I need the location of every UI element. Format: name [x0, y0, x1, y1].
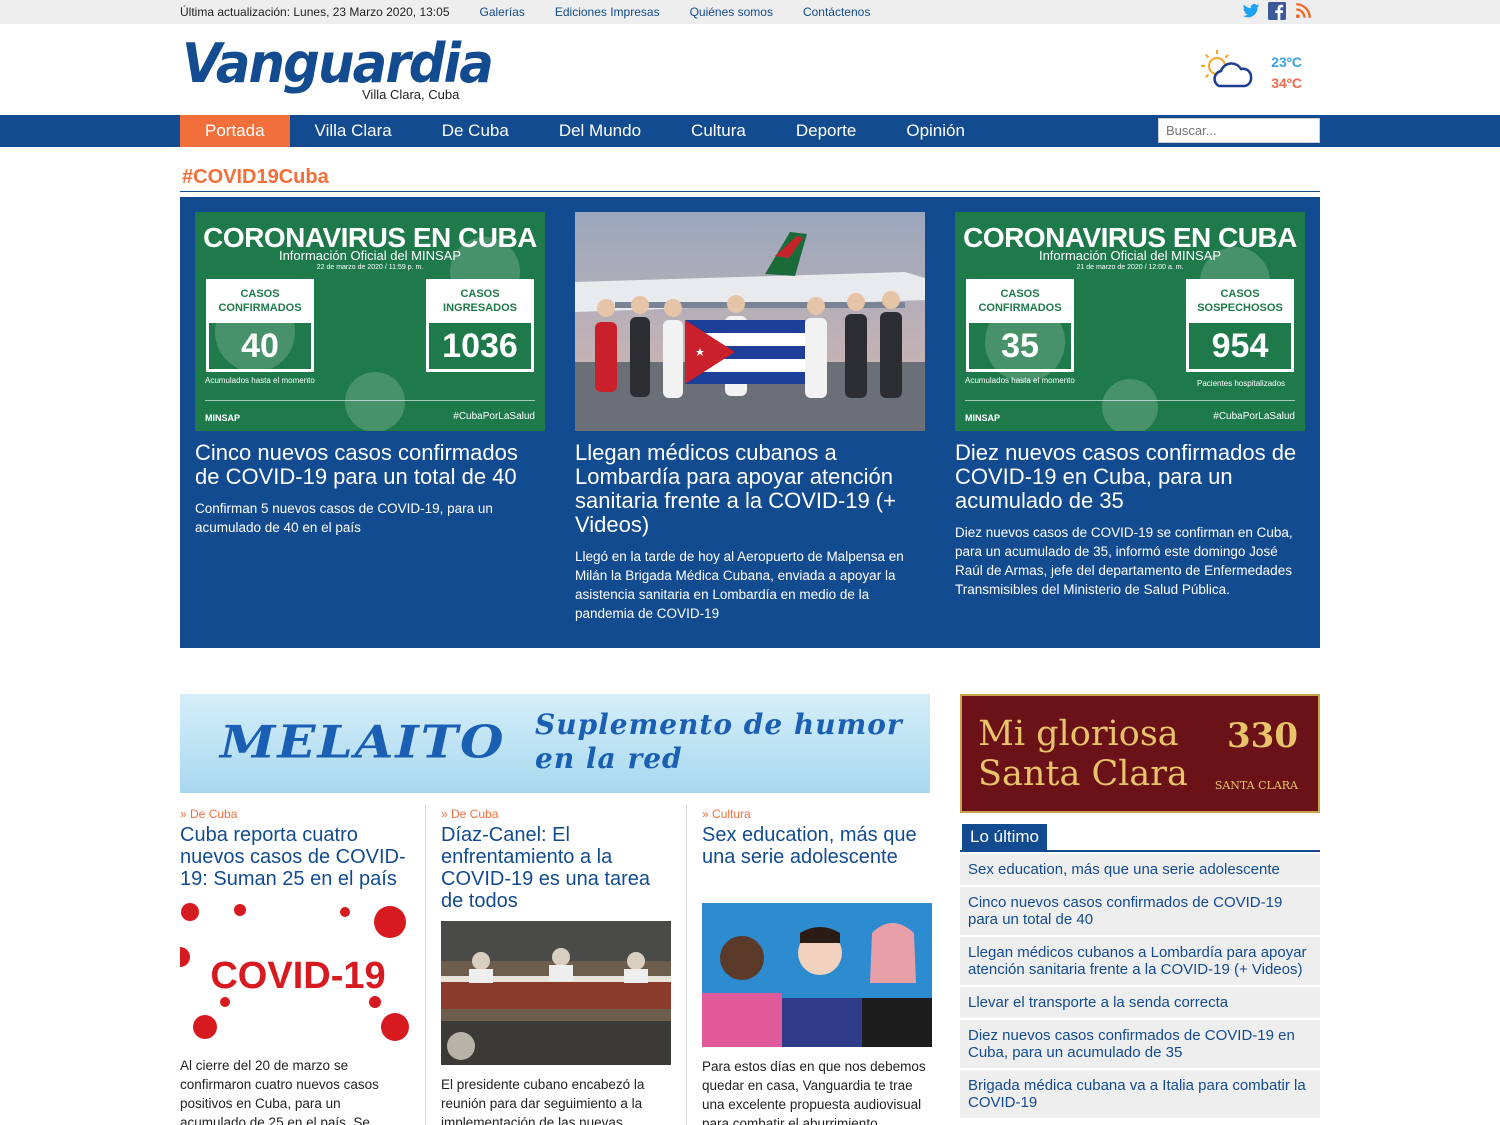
covid-infographic[interactable]: CORONAVIRUS EN CUBA Información Oficial …: [195, 212, 545, 431]
main-nav: Portada Villa Clara De Cuba Del Mundo Cu…: [0, 115, 1500, 147]
featured-title[interactable]: Llegan médicos cubanos a Lombardía para …: [575, 441, 925, 537]
top-link-galerias[interactable]: Galerías: [480, 5, 525, 19]
search-input[interactable]: [1158, 118, 1320, 143]
featured-title[interactable]: Diez nuevos casos confirmados de COVID-1…: [955, 441, 1305, 513]
melaito-logo: MELAITO: [220, 714, 506, 769]
nav-de-cuba[interactable]: De Cuba: [417, 115, 534, 147]
article-category[interactable]: » De Cuba: [180, 807, 410, 821]
article-summary: Para estos días en que nos debemos queda…: [702, 1059, 926, 1125]
infographic-hashtag: #CubaPorLaSalud: [1213, 411, 1295, 422]
article-list: » De Cuba Cuba reporta cuatro nuevos cas…: [180, 805, 932, 1125]
infographic-subtitle: Información Oficial del MINSAP: [278, 248, 462, 263]
nav-portada[interactable]: Portada: [180, 115, 290, 147]
santa-clara-banner[interactable]: Mi gloriosa Santa Clara 330 SANTA CLARA: [960, 694, 1320, 813]
latest-item[interactable]: Diez nuevos casos confirmados de COVID-1…: [960, 1020, 1320, 1070]
stat-box: CASOS SOSPECHOSOS 954: [1186, 279, 1294, 372]
stat-box: CASOS INGRESADOS 1036: [426, 279, 534, 372]
infographic-date: 22 de marzo de 2020 / 11:59 p. m.: [316, 264, 424, 271]
covid-virus-image[interactable]: COVID-19: [180, 902, 410, 1046]
article-title[interactable]: Sex education, más que una serie adolesc…: [702, 824, 932, 868]
stat-value: 35: [1001, 327, 1039, 365]
stat-value: 1036: [442, 327, 518, 365]
weather-widget: 23ºC 34ºC: [1197, 48, 1302, 97]
meeting-photo[interactable]: [441, 921, 671, 1065]
minsap-logo: MINSAP: [205, 413, 241, 423]
article-title[interactable]: Cuba reporta cuatro nuevos casos de COVI…: [180, 824, 410, 890]
latest-item[interactable]: Brigada médica cubana va a Italia para c…: [960, 1070, 1320, 1120]
nav-del-mundo[interactable]: Del Mundo: [534, 115, 666, 147]
logo-tagline: Villa Clara, Cuba: [362, 87, 460, 102]
article-summary: El presidente cubano encabezó la reunión…: [441, 1077, 645, 1125]
article-category[interactable]: » Cultura: [702, 807, 932, 821]
sex-education-poster[interactable]: [702, 903, 932, 1047]
top-link-ediciones[interactable]: Ediciones Impresas: [555, 5, 660, 19]
section-title[interactable]: #COVID19Cuba: [182, 165, 1320, 189]
infographic-subtitle: Información Oficial del MINSAP: [1038, 248, 1222, 263]
article-card[interactable]: » De Cuba Cuba reporta cuatro nuevos cas…: [180, 805, 426, 1125]
top-link-quienes[interactable]: Quiénes somos: [690, 5, 773, 19]
article-category[interactable]: » De Cuba: [441, 807, 671, 821]
rss-icon[interactable]: [1294, 2, 1312, 20]
stat-box: CASOS CONFIRMADOS 35: [966, 279, 1074, 372]
melaito-banner[interactable]: MELAITO Suplemento de humor en la red: [180, 694, 930, 793]
top-link-contactenos[interactable]: Contáctenos: [803, 5, 870, 19]
article-card[interactable]: » Cultura Sex education, más que una ser…: [702, 807, 932, 1125]
covid-infographic[interactable]: CORONAVIRUS EN CUBA Información Oficial …: [955, 212, 1305, 431]
partly-cloudy-icon: [1197, 48, 1257, 97]
stat-value: 40: [241, 327, 279, 365]
featured-summary: Confirman 5 nuevos casos de COVID-19, pa…: [195, 501, 493, 535]
stat-value: 954: [1211, 327, 1269, 365]
infographic-note-2: Pacientes hospitalizados: [1197, 379, 1286, 388]
article-summary: Al cierre del 20 de marzo se confirmaron…: [180, 1058, 379, 1125]
santa-clara-330-logo: 330: [1227, 716, 1298, 756]
featured-block: CORONAVIRUS EN CUBA Información Oficial …: [180, 197, 1320, 648]
featured-summary: Llegó en la tarde de hoy al Aeropuerto d…: [575, 549, 904, 621]
social-links: [1242, 2, 1312, 21]
nav-villa-clara[interactable]: Villa Clara: [290, 115, 417, 147]
twitter-icon[interactable]: [1242, 2, 1260, 20]
infographic-note: Acumulados hasta el momento: [205, 376, 315, 385]
last-updated: Última actualización: Lunes, 23 Marzo 20…: [180, 5, 450, 19]
latest-item[interactable]: Sex education, más que una serie adolesc…: [960, 854, 1320, 887]
stat-box: CASOS CONFIRMADOS 40: [206, 279, 314, 372]
top-bar: Última actualización: Lunes, 23 Marzo 20…: [0, 0, 1500, 24]
temp-low: 23ºC: [1271, 53, 1302, 70]
infographic-hashtag: #CubaPorLaSalud: [453, 411, 535, 422]
banner-text: Suplemento de humor en la red: [535, 708, 903, 775]
latest-item[interactable]: Llevar el transporte a la senda correcta: [960, 987, 1320, 1020]
covid-image-text: COVID-19: [210, 955, 385, 997]
section-header: #COVID19Cuba: [180, 165, 1320, 192]
featured-card[interactable]: Llegan médicos cubanos a Lombardía para …: [575, 212, 925, 633]
minsap-logo: MINSAP: [965, 413, 1001, 423]
temp-high: 34ºC: [1271, 74, 1302, 91]
nav-cultura[interactable]: Cultura: [666, 115, 771, 147]
featured-card[interactable]: CORONAVIRUS EN CUBA Información Oficial …: [955, 212, 1305, 633]
latest-item[interactable]: Cinco nuevos casos confirmados de COVID-…: [960, 887, 1320, 937]
latest-list: Sex education, más que una serie adolesc…: [960, 854, 1320, 1120]
featured-card[interactable]: CORONAVIRUS EN CUBA Información Oficial …: [195, 212, 545, 633]
featured-title[interactable]: Cinco nuevos casos confirmados de COVID-…: [195, 441, 545, 489]
article-card[interactable]: » De Cuba Díaz-Canel: El enfrentamiento …: [441, 805, 687, 1125]
latest-header: Lo último: [960, 824, 1320, 852]
logo-text: Vanguardia: [182, 32, 494, 95]
infographic-note: Acumulados hasta el momento: [965, 376, 1075, 385]
nav-deporte[interactable]: Deporte: [771, 115, 881, 147]
latest-item[interactable]: Llegan médicos cubanos a Lombardía para …: [960, 937, 1320, 987]
latest-title: Lo último: [962, 824, 1047, 850]
site-header: Vanguardia Villa Clara, Cuba 23ºC 34ºC: [0, 24, 1500, 115]
nav-opinion[interactable]: Opinión: [881, 115, 990, 147]
featured-summary: Diez nuevos casos de COVID-19 se confirm…: [955, 525, 1293, 597]
medics-airport-photo[interactable]: [575, 212, 925, 431]
site-logo[interactable]: Vanguardia Villa Clara, Cuba: [182, 32, 508, 103]
article-title[interactable]: Díaz-Canel: El enfrentamiento a la COVID…: [441, 824, 671, 912]
infographic-date: 21 de marzo de 2020 / 12:00 a. m.: [1076, 264, 1184, 271]
facebook-icon[interactable]: [1268, 2, 1286, 21]
